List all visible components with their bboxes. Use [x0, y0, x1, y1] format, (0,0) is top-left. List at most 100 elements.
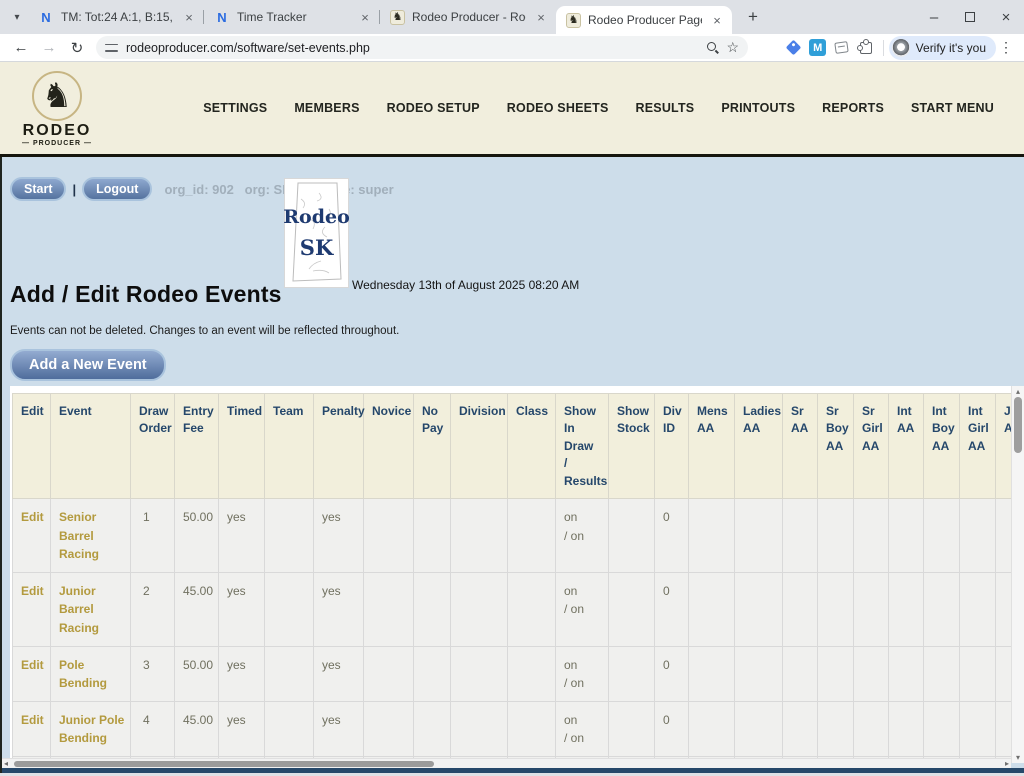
cell-int_boy_aa	[924, 646, 960, 701]
cell-no_pay	[414, 498, 451, 572]
cell-entry_fee: 45.00	[175, 572, 219, 646]
datetime-text: Wednesday 13th of August 2025 08:20 AM	[352, 278, 579, 292]
column-header-sr_aa: Sr AA	[783, 394, 818, 499]
edit-link[interactable]: Edit	[21, 510, 44, 524]
profile-chip[interactable]: Verify it's you	[889, 36, 996, 60]
cell-ladies_aa	[735, 498, 783, 572]
address-bar[interactable]: rodeoproducer.com/software/set-events.ph…	[96, 36, 748, 59]
cell-div_id: 0	[655, 498, 689, 572]
tab-close-icon[interactable]: ×	[533, 9, 549, 25]
url-text[interactable]: rodeoproducer.com/software/set-events.ph…	[126, 41, 699, 55]
nav-printouts[interactable]: PRINTOUTS	[721, 101, 795, 115]
tab-title: Rodeo Producer - Rodeo Setup	[412, 10, 526, 24]
add-new-event-button[interactable]: Add a New Event	[10, 349, 166, 381]
nav-members[interactable]: MEMBERS	[294, 101, 359, 115]
logout-button[interactable]: Logout	[82, 177, 152, 201]
browser-tab-active[interactable]: ♞ Rodeo Producer Page - Manage ×	[556, 6, 732, 34]
rodeo-producer-logo: ♞ RODEO — PRODUCER —	[22, 71, 92, 147]
cell-entry_fee: 45.00	[175, 701, 219, 756]
page-bottom-strip	[2, 768, 1024, 773]
tab-search-button[interactable]: ▾	[6, 6, 28, 28]
cell-int_aa	[889, 646, 924, 701]
nav-settings[interactable]: SETTINGS	[203, 101, 267, 115]
logo-subtitle: — PRODUCER —	[22, 140, 92, 147]
vertical-scrollbar[interactable]: ▴ ▾	[1011, 386, 1024, 763]
rodeo-favicon-icon: ♞	[390, 10, 405, 25]
rodeo-favicon-icon: ♞	[566, 13, 581, 28]
n-favicon-icon: N	[38, 10, 54, 25]
nav-rodeo-sheets[interactable]: RODEO SHEETS	[507, 101, 609, 115]
tab-close-icon[interactable]: ×	[709, 12, 725, 28]
cell-show_in_draw: on / on	[556, 572, 609, 646]
site-settings-icon[interactable]	[105, 43, 118, 53]
cell-sr_girl_aa	[854, 701, 889, 756]
scroll-right-icon[interactable]: ▸	[1005, 759, 1009, 768]
column-header-edit: Edit	[13, 394, 51, 499]
cell-timed: yes	[219, 646, 265, 701]
window-close-button[interactable]: ×	[988, 0, 1024, 34]
table-row: EditPole Bending350.00yesyeson / on0	[13, 646, 1012, 701]
cell-value-draw_order: 1	[143, 510, 150, 524]
column-header-draw_order: Draw Order	[131, 394, 175, 499]
tag-extension-icon[interactable]	[782, 36, 806, 60]
window-maximize-button[interactable]	[952, 0, 988, 34]
cell-division	[451, 572, 508, 646]
cell-draw_order: 3	[131, 646, 175, 701]
main-nav: SETTINGS MEMBERS RODEO SETUP RODEO SHEET…	[203, 101, 994, 115]
cell-jr_aa	[996, 646, 1012, 701]
browser-tab-2[interactable]: N Time Tracker ×	[204, 0, 380, 34]
window-minimize-button[interactable]: –	[916, 0, 952, 34]
logo-title: RODEO	[23, 122, 92, 140]
reload-button[interactable]: ↻	[64, 36, 90, 60]
nav-rodeo-setup[interactable]: RODEO SETUP	[387, 101, 480, 115]
browser-tab-3[interactable]: ♞ Rodeo Producer - Rodeo Setup ×	[380, 0, 556, 34]
m-extension-icon[interactable]: M	[806, 36, 830, 60]
forward-button[interactable]: →	[36, 36, 62, 60]
browser-menu-icon[interactable]: ⋮	[996, 36, 1016, 60]
scroll-left-icon[interactable]: ◂	[4, 759, 8, 768]
tab-close-icon[interactable]: ×	[357, 9, 373, 25]
edit-link[interactable]: Edit	[21, 713, 44, 727]
browser-tab-1[interactable]: N TM: Tot:24 A:1, B:15, C:7, D:0, E: ×	[28, 0, 204, 34]
horizontal-scroll-thumb[interactable]	[14, 761, 434, 767]
edit-link[interactable]: Edit	[21, 658, 44, 672]
tab-title: TM: Tot:24 A:1, B:15, C:7, D:0, E:	[61, 10, 174, 24]
column-header-division: Division	[451, 394, 508, 499]
table-row: EditSenior Barrel Racing150.00yesyeson /…	[13, 498, 1012, 572]
extensions-puzzle-icon[interactable]	[854, 36, 878, 60]
cell-no_pay	[414, 572, 451, 646]
rodeo-sk-logo-image: Rodeo SK	[285, 179, 348, 287]
scroll-down-icon[interactable]: ▾	[1012, 753, 1024, 762]
cell-sr_aa	[783, 498, 818, 572]
column-header-int_aa: Int AA	[889, 394, 924, 499]
edit-link[interactable]: Edit	[21, 584, 44, 598]
nav-results[interactable]: RESULTS	[636, 101, 695, 115]
horizontal-scrollbar[interactable]: ◂ ▸	[2, 758, 1011, 768]
cell-show_stock	[609, 646, 655, 701]
cell-int_aa	[889, 701, 924, 756]
avatar	[892, 39, 910, 57]
cell-show_stock	[609, 498, 655, 572]
cell-event: Junior Barrel Racing	[51, 572, 131, 646]
cell-penalty: yes	[314, 646, 364, 701]
nav-reports[interactable]: REPORTS	[822, 101, 884, 115]
back-button[interactable]: ←	[8, 36, 34, 60]
new-tab-button[interactable]: +	[740, 4, 766, 30]
browser-toolbar: ← → ↻ rodeoproducer.com/software/set-eve…	[0, 34, 1024, 62]
notes-extension-icon[interactable]	[830, 36, 854, 60]
column-header-entry_fee: Entry Fee	[175, 394, 219, 499]
start-button[interactable]: Start	[10, 177, 66, 201]
column-header-sr_boy_aa: Sr Boy AA	[818, 394, 854, 499]
scroll-up-icon[interactable]: ▴	[1012, 387, 1024, 396]
cell-sr_boy_aa	[818, 498, 854, 572]
cell-division	[451, 646, 508, 701]
events-table-container: EditEventDraw OrderEntry FeeTimedTeamPen…	[10, 386, 1011, 760]
cell-int_girl_aa	[960, 498, 996, 572]
tab-close-icon[interactable]: ×	[181, 9, 197, 25]
zoom-icon[interactable]	[707, 42, 718, 53]
cell-mens_aa	[689, 701, 735, 756]
nav-start-menu[interactable]: START MENU	[911, 101, 994, 115]
column-header-jr_aa: Jr AA	[996, 394, 1012, 499]
bookmark-star-icon[interactable]: ☆	[726, 39, 739, 56]
vertical-scroll-thumb[interactable]	[1014, 397, 1022, 453]
